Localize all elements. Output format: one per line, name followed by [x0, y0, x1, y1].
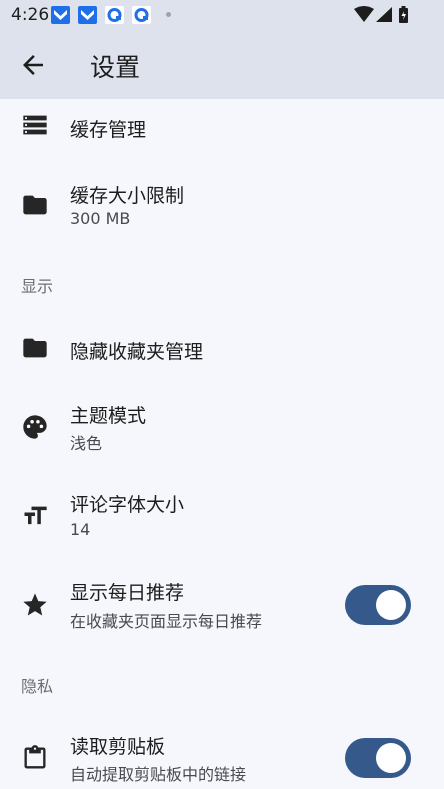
setting-value: 300 MB	[70, 209, 131, 228]
setting-comment-font-size[interactable]: 评论字体大小 14	[0, 479, 444, 559]
app-bar: 设置	[0, 30, 444, 99]
setting-read-clipboard[interactable]: 读取剪贴板 自动提取剪贴板中的链接	[0, 719, 444, 789]
palette-icon	[21, 413, 49, 441]
swift-notification-icon	[51, 6, 70, 24]
read-clipboard-toggle[interactable]	[345, 738, 411, 778]
arrow-back-icon	[23, 55, 43, 75]
setting-hidden-favorites[interactable]: 隐藏收藏夹管理	[0, 319, 444, 379]
toggle-knob	[376, 743, 406, 773]
daily-recommend-toggle[interactable]	[345, 585, 411, 625]
setting-title: 缓存大小限制	[70, 185, 185, 207]
section-header-display: 显示	[21, 277, 54, 296]
setting-title: 读取剪贴板	[70, 736, 166, 758]
setting-theme-mode[interactable]: 主题模式 浅色	[0, 389, 444, 469]
text-size-icon	[21, 502, 49, 530]
settings-list: 缓存管理 缓存大小限制 300 MB 显示 隐藏收藏夹管理 主题模式 浅色 评论…	[0, 99, 444, 789]
setting-value: 浅色	[70, 434, 103, 453]
clipboard-icon	[21, 744, 49, 772]
page-title: 设置	[90, 53, 141, 82]
wifi-icon	[354, 6, 374, 22]
back-button[interactable]	[18, 50, 48, 80]
star-icon	[21, 591, 49, 619]
setting-cache-limit[interactable]: 缓存大小限制 300 MB	[0, 161, 444, 241]
setting-title: 缓存管理	[70, 119, 147, 141]
toggle-knob	[376, 590, 406, 620]
qq-browser-notification-icon	[105, 6, 124, 24]
setting-value: 14	[70, 520, 91, 539]
setting-title: 隐藏收藏夹管理	[70, 341, 204, 363]
swift-notification-icon	[78, 6, 97, 24]
battery-icon	[399, 6, 408, 23]
setting-subtitle: 在收藏夹页面显示每日推荐	[70, 612, 263, 631]
setting-daily-recommend[interactable]: 显示每日推荐 在收藏夹页面显示每日推荐	[0, 569, 444, 649]
setting-subtitle: 自动提取剪贴板中的链接	[70, 765, 247, 784]
section-header-privacy: 隐私	[21, 677, 54, 696]
status-right-icons	[354, 6, 414, 24]
setting-title: 评论字体大小	[70, 494, 185, 516]
setting-title: 显示每日推荐	[70, 582, 185, 604]
status-time: 4:26	[11, 5, 50, 25]
storage-list-icon	[21, 111, 49, 139]
signal-icon	[376, 7, 392, 22]
setting-title: 主题模式	[70, 405, 147, 427]
qq-browser-notification-icon	[132, 6, 151, 24]
folder-icon	[21, 334, 49, 362]
setting-cache-manage[interactable]: 缓存管理	[0, 99, 444, 157]
status-bar: 4:26	[0, 0, 444, 30]
notification-overflow-dot	[166, 12, 171, 17]
folder-icon	[21, 191, 49, 219]
